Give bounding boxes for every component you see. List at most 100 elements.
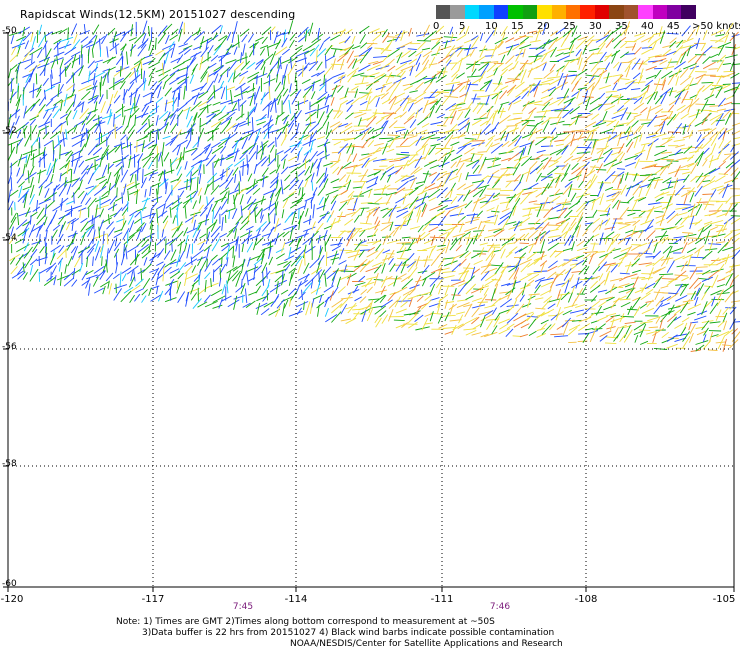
wind-barb	[71, 177, 81, 188]
lat-label-58: -58	[2, 459, 17, 469]
wind-barb	[436, 113, 445, 119]
wind-barb	[686, 77, 694, 91]
wind-barb	[212, 304, 223, 309]
wind-barb	[508, 270, 517, 281]
wind-barb	[687, 311, 696, 316]
wind-barb	[241, 243, 245, 253]
wind-barb	[274, 274, 284, 283]
wind-barb	[269, 180, 278, 189]
wind-barb	[724, 32, 730, 44]
wind-barb	[128, 155, 132, 169]
wind-barb	[186, 190, 197, 198]
wind-barb	[466, 213, 479, 216]
wind-barb	[136, 226, 143, 240]
wind-barb	[10, 177, 13, 191]
wind-barb	[212, 295, 226, 303]
wind-barb	[599, 213, 610, 217]
wind-barb	[718, 263, 725, 273]
wind-barb	[597, 182, 604, 197]
wind-barb	[589, 251, 598, 258]
wind-barb	[372, 228, 379, 238]
wind-barb	[80, 217, 88, 224]
wind-barb	[268, 256, 274, 266]
wind-barb	[441, 156, 447, 168]
wind-barb	[267, 46, 270, 57]
wind-barb	[724, 54, 738, 59]
wind-barb	[52, 108, 61, 119]
wind-barb	[610, 174, 622, 177]
wind-barb	[24, 133, 32, 147]
wind-barb	[73, 101, 82, 112]
wind-barb	[316, 136, 325, 140]
wind-barb	[417, 116, 429, 126]
wind-barb	[617, 131, 623, 147]
wind-barb	[254, 86, 261, 100]
wind-barb	[722, 344, 731, 347]
wind-barb	[652, 331, 657, 343]
wind-barb	[456, 72, 465, 79]
wind-barb	[681, 276, 689, 282]
wind-barb	[442, 314, 456, 317]
wind-barb	[492, 62, 504, 72]
wind-barb	[591, 295, 598, 303]
wind-barb	[172, 215, 176, 224]
wind-barb	[39, 265, 53, 274]
wind-barb	[422, 50, 433, 58]
wind-barb	[323, 64, 334, 77]
wind-barb	[16, 143, 19, 154]
wind-barb	[591, 300, 600, 308]
wind-barb	[214, 196, 227, 203]
wind-barb	[641, 47, 654, 55]
wind-barb	[332, 166, 340, 174]
wind-barb	[556, 96, 570, 99]
wind-barb	[682, 134, 693, 139]
wind-barb	[604, 247, 616, 258]
wind-barb	[527, 67, 533, 78]
wind-barb	[112, 31, 117, 44]
wind-barb	[402, 188, 413, 191]
wind-barb	[101, 33, 108, 45]
wind-barb	[641, 307, 655, 315]
wind-barb	[619, 206, 630, 219]
wind-barb	[680, 113, 690, 120]
wind-barb	[270, 98, 276, 113]
wind-barb	[199, 117, 201, 132]
wind-barb	[212, 258, 220, 266]
wind-barb	[582, 275, 593, 286]
wind-barb	[193, 219, 196, 230]
wind-barb	[100, 198, 111, 205]
wind-barb	[464, 25, 470, 36]
wind-barb	[290, 110, 298, 121]
wind-barb	[276, 123, 290, 132]
wind-barb	[408, 102, 414, 112]
wind-barb	[604, 170, 616, 182]
wind-barb	[50, 69, 53, 79]
wind-barb	[18, 211, 31, 217]
wind-barb	[562, 247, 573, 252]
wind-barb	[157, 86, 162, 99]
wind-barb	[338, 174, 347, 182]
wind-barb	[625, 229, 634, 234]
wind-barb	[148, 39, 152, 51]
wind-barb	[645, 300, 654, 303]
wind-barb	[583, 251, 598, 254]
wind-barb	[540, 157, 549, 163]
wind-barb	[494, 204, 499, 217]
wind-barb	[731, 130, 740, 136]
lon-label-114: -114	[284, 594, 308, 605]
wind-barb	[542, 156, 552, 170]
wind-barb	[430, 121, 442, 125]
wind-barb	[129, 294, 135, 303]
wind-barb	[38, 169, 41, 184]
wind-barb	[297, 205, 305, 210]
wind-barb	[352, 58, 358, 69]
wind-barb	[690, 203, 696, 217]
wind-barb	[435, 46, 441, 56]
wind-barb	[86, 122, 98, 134]
wind-barb	[417, 41, 426, 51]
wind-barb	[393, 99, 403, 105]
wind-barb	[617, 236, 627, 245]
wind-barb	[210, 184, 220, 195]
wind-barb	[506, 167, 517, 169]
wind-barb	[140, 268, 143, 282]
